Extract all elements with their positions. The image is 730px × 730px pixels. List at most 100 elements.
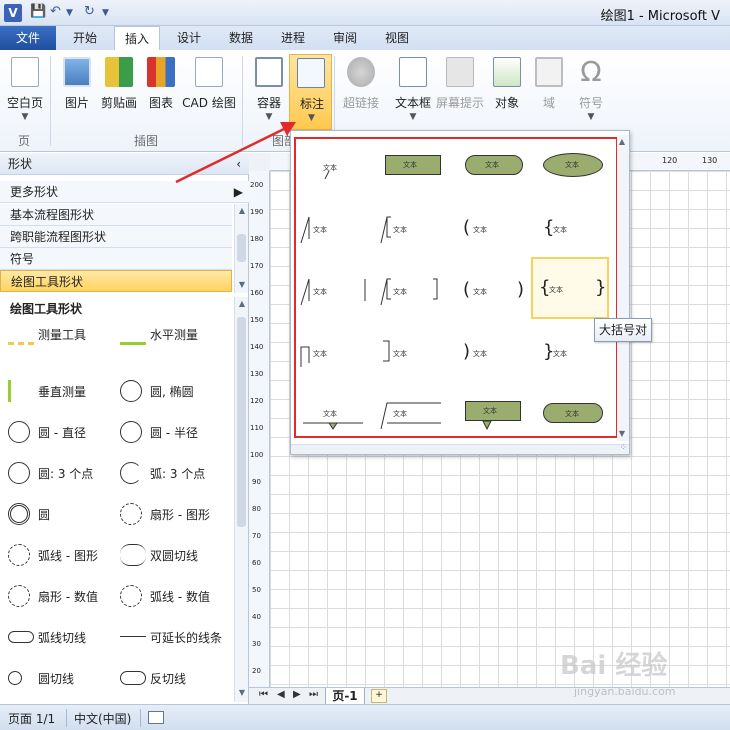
textbox-button[interactable]: 文本框 ▼: [388, 54, 438, 130]
callout-paren-right[interactable]: 文本 ): [459, 327, 537, 389]
blank-page-button[interactable]: 空白页 ▼: [0, 54, 50, 130]
extendable-line-icon: [120, 636, 146, 638]
callout-gallery: 文本 文本 文本 文本 文本 文本 文本 ( 文本 { 文本 文本 文本 ()…: [290, 130, 630, 455]
callout-paren-pair[interactable]: 文本 ( ): [459, 265, 537, 327]
shapes-panel-header: 形状 ‹: [0, 153, 249, 175]
chevron-down-icon: ▼: [21, 112, 29, 122]
first-page-icon[interactable]: ⏮: [259, 689, 268, 700]
gallery-resize-handle[interactable]: ⁘: [291, 443, 629, 454]
macro-record-icon[interactable]: [148, 711, 164, 724]
language-indicator[interactable]: 中文(中国): [74, 710, 131, 727]
sector-icon: [120, 503, 142, 525]
collapse-panel-icon[interactable]: ‹: [236, 153, 241, 175]
screentip-button[interactable]: 屏幕提示: [435, 54, 485, 130]
tab-process[interactable]: 进程: [270, 26, 316, 50]
callout-cloud[interactable]: 文本: [539, 389, 617, 451]
tab-data[interactable]: 数据: [218, 26, 264, 50]
tab-view[interactable]: 视图: [374, 26, 420, 50]
stencil-basic-flowchart[interactable]: 基本流程图形状: [0, 204, 232, 226]
tab-home[interactable]: 开始: [62, 26, 108, 50]
circle-3-points-icon: [8, 462, 30, 484]
gallery-scrollbar[interactable]: ▲ ▼: [617, 135, 629, 441]
save-icon[interactable]: 💾: [30, 4, 46, 19]
callout-button[interactable]: 标注 ▼: [289, 54, 332, 130]
callout-bracket-left[interactable]: 文本: [379, 203, 457, 265]
scroll-up-icon[interactable]: ▲: [616, 135, 628, 149]
object-icon: [493, 57, 521, 87]
more-shapes-item[interactable]: 更多形状 ▶: [0, 181, 249, 203]
stencil-symbols[interactable]: 符号: [0, 248, 232, 270]
blank-page-icon: [11, 57, 39, 87]
arc-3-points-icon: [120, 462, 142, 484]
callout-bracket-pair[interactable]: 文本: [379, 265, 457, 327]
callout-brace-left[interactable]: 文本 {: [539, 203, 617, 265]
callout-simple[interactable]: 文本: [299, 141, 377, 203]
horizontal-measure-icon: [120, 323, 146, 345]
tab-insert[interactable]: 插入: [114, 26, 160, 51]
hyperlink-button[interactable]: 超链接: [336, 54, 386, 130]
circle-diameter-icon: [8, 421, 30, 443]
scroll-up-icon[interactable]: ▲: [235, 204, 249, 218]
hyperlink-globe-icon: [347, 57, 375, 87]
callout-underline-pointer[interactable]: 文本: [299, 389, 377, 451]
shapes-panel: 形状 ‹ 更多形状 ▶ 基本流程图形状 跨职能流程图形状 符号 绘图工具形状 ▲…: [0, 153, 249, 704]
section-title: 绘图工具形状: [10, 302, 83, 316]
ribbon-tabs: 文件 开始 插入 设计 数据 进程 审阅 视图: [0, 26, 730, 51]
textbox-icon: [399, 57, 427, 87]
visio-app-icon[interactable]: V: [4, 4, 22, 22]
arc-tangent-icon: [8, 631, 34, 643]
undo-dropdown-icon[interactable]: ▼: [66, 8, 73, 18]
callout-rectangle-tail[interactable]: 文本: [459, 389, 537, 451]
page-tab-1[interactable]: 页-1: [325, 688, 365, 705]
shapes-scrollbar[interactable]: ▲ ▼: [234, 297, 248, 702]
callout-paren-left[interactable]: 文本 (: [459, 203, 537, 265]
resize-grip-icon[interactable]: ⁘: [619, 443, 627, 453]
undo-icon[interactable]: ↶: [50, 4, 61, 19]
tab-file[interactable]: 文件: [0, 26, 56, 50]
clipart-icon: [105, 57, 133, 87]
vertical-measure-icon: [8, 380, 34, 402]
container-icon: [255, 57, 283, 87]
tab-review[interactable]: 审阅: [322, 26, 368, 50]
callout-rectangle[interactable]: 文本: [379, 141, 457, 203]
page-indicator[interactable]: 页面 1/1: [8, 710, 55, 727]
callout-brace-pair[interactable]: 文本 { }: [531, 257, 609, 319]
tooltip-brace-pair: 大括号对: [594, 318, 652, 342]
scroll-down-icon[interactable]: ▼: [616, 427, 628, 441]
callout-rounded[interactable]: 文本: [459, 141, 537, 203]
baidu-watermark: Bai 经验 jingyan.baidu.com: [560, 645, 725, 715]
callout-corner-line[interactable]: 文本: [299, 327, 377, 389]
callout-side-line-double[interactable]: 文本: [299, 265, 377, 327]
sector-value-icon: [8, 585, 30, 607]
stencil-list-scrollbar[interactable]: ▲ ▼: [234, 204, 248, 293]
chevron-down-icon: ▼: [265, 112, 273, 122]
cad-drawing-button[interactable]: CAD 绘图: [182, 54, 236, 130]
callout-bracket-right[interactable]: 文本: [379, 327, 457, 389]
tab-design[interactable]: 设计: [166, 26, 212, 50]
callout-side-line[interactable]: 文本: [299, 203, 377, 265]
chart-button[interactable]: 图表: [136, 54, 186, 130]
group-label-illustrations: 插图: [134, 134, 159, 148]
chevron-down-icon: ▼: [308, 113, 315, 123]
cad-icon: [195, 57, 223, 87]
symbol-button[interactable]: Ω 符号 ▼: [566, 54, 616, 130]
vertical-ruler: 200 190 180 170 160 150 140 130 120 110 …: [249, 171, 270, 687]
scroll-down-icon[interactable]: ▼: [235, 686, 249, 700]
callout-oval[interactable]: 文本: [539, 141, 617, 203]
group-label-page: 页: [18, 134, 31, 148]
stencil-cross-functional[interactable]: 跨职能流程图形状: [0, 226, 232, 248]
chevron-down-icon: ▼: [587, 112, 595, 122]
stencil-drawing-tools[interactable]: 绘图工具形状: [0, 270, 232, 292]
scroll-down-icon[interactable]: ▼: [235, 278, 249, 292]
watermark-url: jingyan.baidu.com: [574, 685, 676, 698]
next-page-icon[interactable]: ▶: [293, 689, 301, 700]
redo-icon[interactable]: ↻: [84, 4, 95, 19]
insert-page-icon[interactable]: +: [371, 689, 387, 703]
prev-page-icon[interactable]: ◀: [277, 689, 285, 700]
container-button[interactable]: 容器 ▼: [244, 54, 294, 130]
bar-chart-icon: [147, 57, 175, 87]
last-page-icon[interactable]: ⏭: [309, 689, 318, 700]
customize-qat-icon[interactable]: ▼: [102, 8, 109, 18]
callout-line-box[interactable]: 文本: [379, 389, 457, 451]
scroll-up-icon[interactable]: ▲: [235, 297, 249, 311]
